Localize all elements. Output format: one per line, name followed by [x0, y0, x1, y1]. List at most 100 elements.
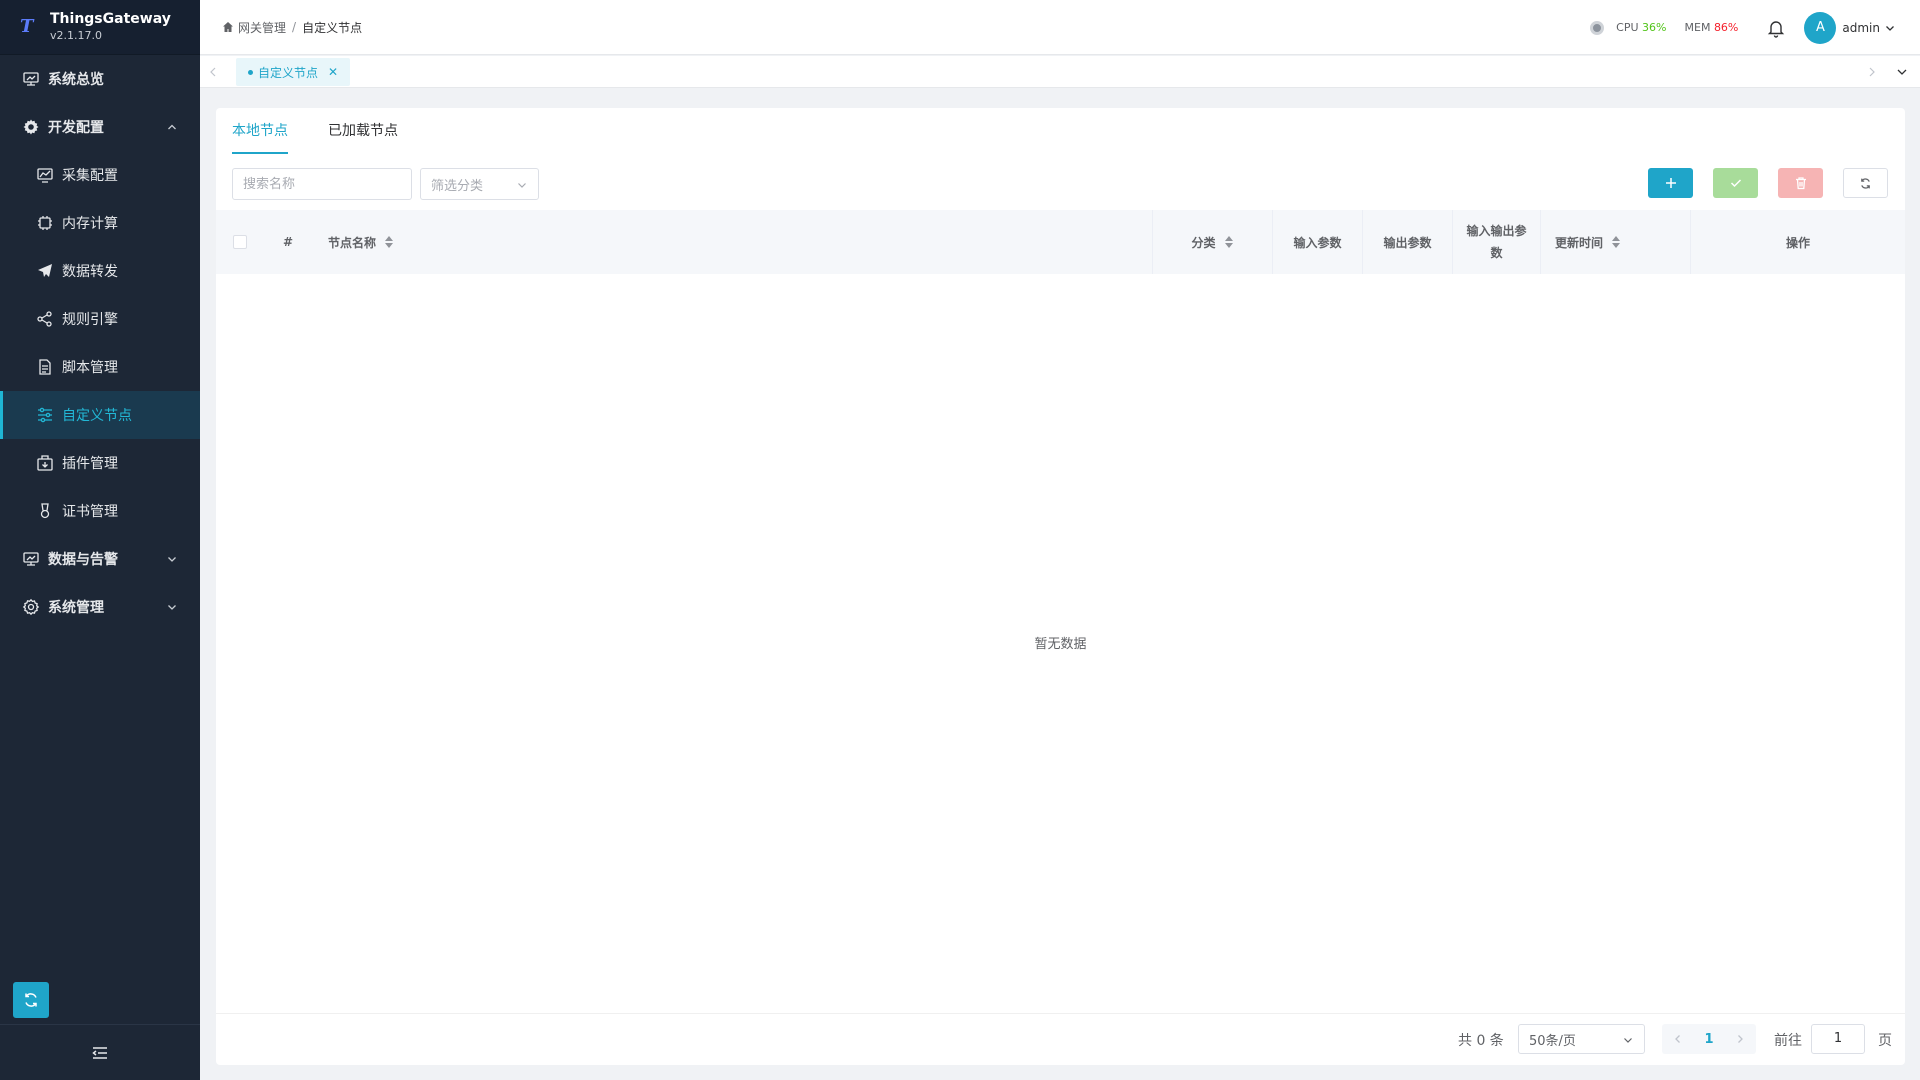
- mem-value: 86%: [1713, 21, 1739, 34]
- sidebar-item-label: 系统总览: [48, 72, 104, 88]
- chevron-down-icon: [168, 605, 176, 610]
- goto-page-input[interactable]: 1: [1811, 1024, 1865, 1054]
- tab-custom-node[interactable]: 自定义节点 ✕: [236, 58, 351, 86]
- brand[interactable]: T ThingsGateway v2.1.17.0: [0, 0, 200, 55]
- pagination: 共 0 条 50条/页 1 前往 1 页: [216, 1013, 1905, 1065]
- column-node-name[interactable]: 节点名称: [328, 210, 1148, 274]
- sidebar-item-plugin-manage[interactable]: 插件管理: [0, 439, 200, 487]
- node-tabs: 本地节点 已加载节点: [232, 108, 438, 154]
- chevron-right-icon[interactable]: [1865, 65, 1879, 79]
- goto-label: 前往: [1774, 1033, 1802, 1049]
- page-suffix: 页: [1878, 1033, 1892, 1049]
- search-input[interactable]: [232, 168, 412, 200]
- chevron-down-icon[interactable]: [1895, 65, 1909, 79]
- delete-button[interactable]: [1778, 168, 1823, 198]
- page-size-value: 50条/页: [1529, 1033, 1576, 1049]
- sort-icon: [385, 236, 394, 248]
- active-dot-icon: [248, 69, 253, 75]
- sidebar-item-data-alarm[interactable]: 数据与告警: [0, 535, 200, 583]
- sidebar-item-memory-compute[interactable]: 内存计算: [0, 199, 200, 247]
- add-button[interactable]: [1648, 168, 1693, 198]
- send-icon: [36, 262, 54, 280]
- menu-collapse-icon: [92, 1046, 107, 1059]
- category-filter-select[interactable]: 筛选分类: [420, 168, 539, 200]
- column-output-params: 输出参数: [1362, 210, 1452, 274]
- main-card: 本地节点 已加载节点 筛选分类 # 节点名称 分类 输入参数 输出参数 输入输出…: [216, 108, 1905, 1065]
- sidebar-item-label: 规则引擎: [62, 312, 118, 328]
- top-header: 网关管理 / 自定义节点 CPU 36% MEM 86% A admin: [200, 0, 1920, 55]
- chip-icon: [36, 214, 54, 232]
- sidebar-item-label: 采集配置: [62, 168, 118, 184]
- sidebar-item-system-manage[interactable]: 系统管理: [0, 583, 200, 631]
- chevron-down-icon: [168, 557, 176, 562]
- sidebar-item-label: 自定义节点: [62, 408, 132, 424]
- column-update-time[interactable]: 更新时间: [1540, 210, 1690, 274]
- sidebar-item-label: 内存计算: [62, 216, 118, 232]
- monitor-icon: [22, 70, 40, 88]
- column-label: 分类: [1191, 235, 1216, 250]
- sidebar-item-custom-node[interactable]: 自定义节点: [0, 391, 200, 439]
- home-icon: [223, 22, 233, 32]
- sort-icon: [1612, 236, 1621, 248]
- mem-usage: MEM 86%: [1685, 21, 1739, 34]
- breadcrumb-current: 自定义节点: [302, 20, 363, 35]
- breadcrumb: 网关管理 / 自定义节点: [222, 19, 362, 36]
- confirm-button[interactable]: [1713, 168, 1758, 198]
- tab-local-nodes[interactable]: 本地节点: [232, 108, 288, 154]
- page-navigator: 1: [1662, 1024, 1756, 1054]
- select-all-cell: [216, 210, 264, 274]
- chevron-down-icon: [518, 183, 526, 188]
- breadcrumb-separator: /: [292, 20, 297, 34]
- settings-icon: [22, 598, 40, 616]
- column-label: 节点名称: [328, 235, 377, 250]
- refresh-icon: [1861, 177, 1870, 189]
- bell-icon[interactable]: [1766, 18, 1786, 38]
- header-right: CPU 36% MEM 86% A admin: [1590, 0, 1896, 55]
- sliders-icon: [36, 406, 54, 424]
- breadcrumb-item[interactable]: 网关管理: [238, 19, 286, 36]
- certificate-icon: [36, 502, 54, 520]
- sidebar-item-label: 系统管理: [48, 600, 104, 616]
- current-page-number[interactable]: 1: [1704, 1032, 1713, 1047]
- column-actions: 操作: [1690, 210, 1905, 274]
- sidebar-item-rule-engine[interactable]: 规则引擎: [0, 295, 200, 343]
- column-index: #: [282, 235, 294, 249]
- column-category[interactable]: 分类: [1152, 210, 1272, 274]
- tab-label: 自定义节点: [258, 65, 319, 80]
- logo-icon: T: [20, 16, 34, 37]
- sidebar-item-label: 证书管理: [62, 504, 118, 520]
- file-icon: [36, 358, 54, 376]
- sidebar-item-overview[interactable]: 系统总览: [0, 55, 200, 103]
- sidebar-item-label: 开发配置: [48, 120, 104, 136]
- sidebar-item-certificate-manage[interactable]: 证书管理: [0, 487, 200, 535]
- sidebar-item-collect-config[interactable]: 采集配置: [0, 151, 200, 199]
- dashboard-icon: [22, 550, 40, 568]
- avatar[interactable]: A: [1804, 11, 1837, 44]
- page-size-select[interactable]: 50条/页: [1518, 1024, 1645, 1054]
- cpu-label: CPU: [1616, 21, 1639, 34]
- sidebar-item-label: 插件管理: [62, 456, 118, 472]
- sidebar-refresh-button[interactable]: [13, 982, 49, 1018]
- sidebar-item-script-manage[interactable]: 脚本管理: [0, 343, 200, 391]
- collapse-sidebar-button[interactable]: [0, 1024, 200, 1080]
- select-all-checkbox[interactable]: [233, 235, 247, 249]
- user-name[interactable]: admin: [1842, 21, 1880, 35]
- chevron-down-icon[interactable]: [1884, 22, 1896, 34]
- prev-page-icon[interactable]: [1672, 1033, 1684, 1045]
- cpu-usage: CPU 36%: [1616, 21, 1666, 34]
- gear-icon: [22, 118, 40, 136]
- column-label: 更新时间: [1555, 235, 1604, 250]
- app-name: ThingsGateway: [50, 11, 171, 27]
- close-icon[interactable]: ✕: [328, 65, 338, 79]
- chevron-left-icon[interactable]: [206, 65, 220, 79]
- refresh-button[interactable]: [1843, 168, 1888, 198]
- check-icon: [1730, 179, 1741, 188]
- next-page-icon[interactable]: [1734, 1033, 1746, 1045]
- mem-label: MEM: [1684, 21, 1711, 34]
- package-icon: [36, 454, 54, 472]
- sidebar-item-data-forward[interactable]: 数据转发: [0, 247, 200, 295]
- sidebar: T ThingsGateway v2.1.17.0 系统总览 开发配置 采集配置: [0, 0, 200, 1080]
- sidebar-item-dev-config[interactable]: 开发配置: [0, 103, 200, 151]
- tab-loaded-nodes[interactable]: 已加载节点: [328, 108, 398, 154]
- plus-icon: [1665, 178, 1676, 188]
